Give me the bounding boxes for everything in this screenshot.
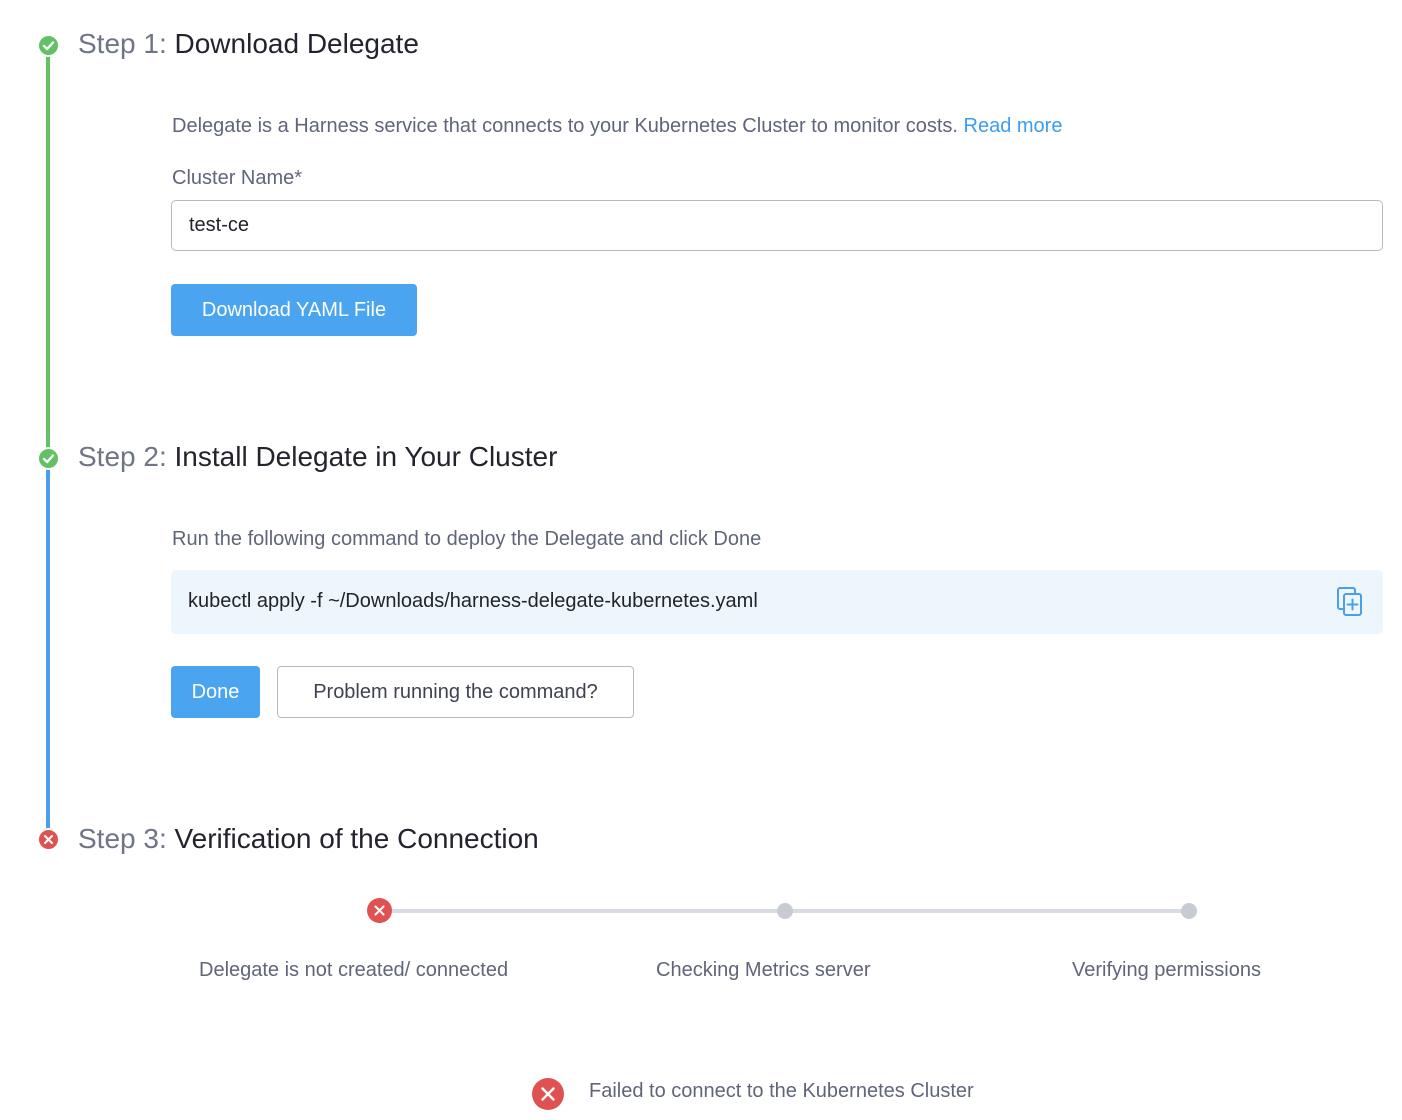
- step-3-error-icon: [37, 828, 60, 851]
- step-3-prefix: Step 3:: [78, 823, 167, 854]
- step-1-check-icon: [37, 34, 60, 57]
- step-3-title: Step 3: Verification of the Connection: [78, 823, 539, 855]
- cluster-name-input[interactable]: [171, 200, 1383, 251]
- connection-failed-message: Failed to connect to the Kubernetes Clus…: [589, 1080, 974, 1102]
- command-box: kubectl apply -f ~/Downloads/harness-del…: [171, 570, 1383, 634]
- step-1-description-text: Delegate is a Harness service that conne…: [172, 115, 958, 137]
- progress-step-1-label: Delegate is not created/ connected: [199, 959, 509, 981]
- step-1-title: Step 1: Download Delegate: [78, 28, 419, 60]
- progress-step-1-error-icon: [367, 898, 392, 923]
- cluster-name-label: Cluster Name*: [172, 167, 303, 189]
- step-3-name: Verification of the Connection: [174, 823, 539, 854]
- step-2-connector-line: [46, 460, 50, 840]
- download-yaml-button[interactable]: Download YAML File: [171, 284, 417, 336]
- done-button[interactable]: Done: [171, 666, 260, 718]
- step-2-prefix: Step 2:: [78, 441, 167, 472]
- step-2-check-icon: [37, 447, 60, 470]
- read-more-link[interactable]: Read more: [964, 115, 1063, 137]
- problem-running-command-button[interactable]: Problem running the command?: [277, 666, 634, 718]
- command-text: kubectl apply -f ~/Downloads/harness-del…: [188, 590, 758, 612]
- progress-step-3-label: Verifying permissions: [1072, 959, 1261, 981]
- step-1-prefix: Step 1:: [78, 28, 167, 59]
- step-1-name: Download Delegate: [174, 28, 419, 59]
- step-2-title: Step 2: Install Delegate in Your Cluster: [78, 441, 557, 473]
- step-1-connector-line: [46, 46, 50, 460]
- step-1-description: Delegate is a Harness service that conne…: [172, 114, 1062, 138]
- step-2-name: Install Delegate in Your Cluster: [174, 441, 558, 472]
- connection-failed-icon: [532, 1078, 564, 1110]
- progress-step-3-dot: [1181, 903, 1197, 919]
- progress-step-2-label: Checking Metrics server: [656, 959, 871, 981]
- step-2-description: Run the following command to deploy the …: [172, 528, 762, 550]
- progress-step-2-dot: [777, 903, 793, 919]
- copy-icon[interactable]: [1335, 586, 1365, 618]
